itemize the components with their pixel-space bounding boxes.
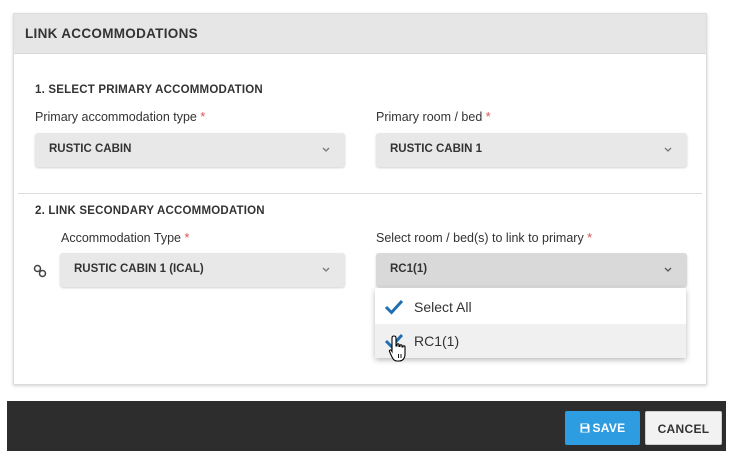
chevron-down-icon	[322, 147, 330, 152]
option-select-all[interactable]: Select All	[375, 290, 686, 324]
option-rc1-1[interactable]: RC1(1)	[375, 324, 686, 358]
secondary-rooms-value: RC1(1)	[390, 263, 428, 275]
secondary-type-label: Accommodation Type *	[61, 231, 189, 245]
link-icon	[33, 264, 47, 278]
required-mark: *	[485, 110, 491, 124]
option-label: Select All	[414, 299, 472, 315]
checkmark-icon	[384, 299, 404, 315]
section-divider	[18, 193, 702, 194]
secondary-rooms-label-text: Select room / bed(s) to link to primary	[376, 231, 584, 245]
primary-type-value: RUSTIC CABIN	[49, 143, 132, 155]
chevron-down-icon	[322, 267, 330, 272]
secondary-type-value: RUSTIC CABIN 1 (ICAL)	[74, 263, 204, 275]
dialog-title: LINK ACCOMMODATIONS	[14, 14, 706, 54]
chevron-down-icon	[664, 267, 672, 272]
secondary-rooms-select[interactable]: RC1(1)	[376, 253, 687, 287]
floppy-disk-icon	[580, 423, 589, 433]
chevron-down-icon	[664, 147, 672, 152]
section-secondary-title: 2. LINK SECONDARY ACCOMMODATION	[35, 205, 265, 217]
primary-room-select[interactable]: RUSTIC CABIN 1	[376, 133, 687, 167]
primary-room-label-text: Primary room / bed	[376, 110, 483, 124]
secondary-type-select[interactable]: RUSTIC CABIN 1 (ICAL)	[60, 253, 345, 287]
section-primary-title: 1. SELECT PRIMARY ACCOMMODATION	[35, 84, 263, 96]
secondary-type-label-text: Accommodation Type	[61, 231, 181, 245]
primary-type-select[interactable]: RUSTIC CABIN	[35, 133, 345, 167]
save-button[interactable]: SAVE	[565, 411, 640, 445]
rooms-dropdown-menu: Select All RC1(1)	[375, 288, 686, 358]
primary-type-label-text: Primary accommodation type	[35, 110, 197, 124]
required-mark: *	[587, 231, 593, 245]
primary-room-value: RUSTIC CABIN 1	[390, 143, 483, 155]
secondary-rooms-label: Select room / bed(s) to link to primary …	[376, 231, 592, 245]
primary-type-label: Primary accommodation type *	[35, 110, 205, 124]
dialog-footer: SAVE CANCEL	[7, 401, 726, 451]
save-label: SAVE	[592, 421, 626, 435]
required-mark: *	[184, 231, 190, 245]
primary-room-label: Primary room / bed *	[376, 110, 491, 124]
cancel-button[interactable]: CANCEL	[645, 411, 722, 445]
option-label: RC1(1)	[414, 333, 460, 349]
required-mark: *	[200, 110, 206, 124]
hand-pointer-cursor	[388, 335, 406, 362]
